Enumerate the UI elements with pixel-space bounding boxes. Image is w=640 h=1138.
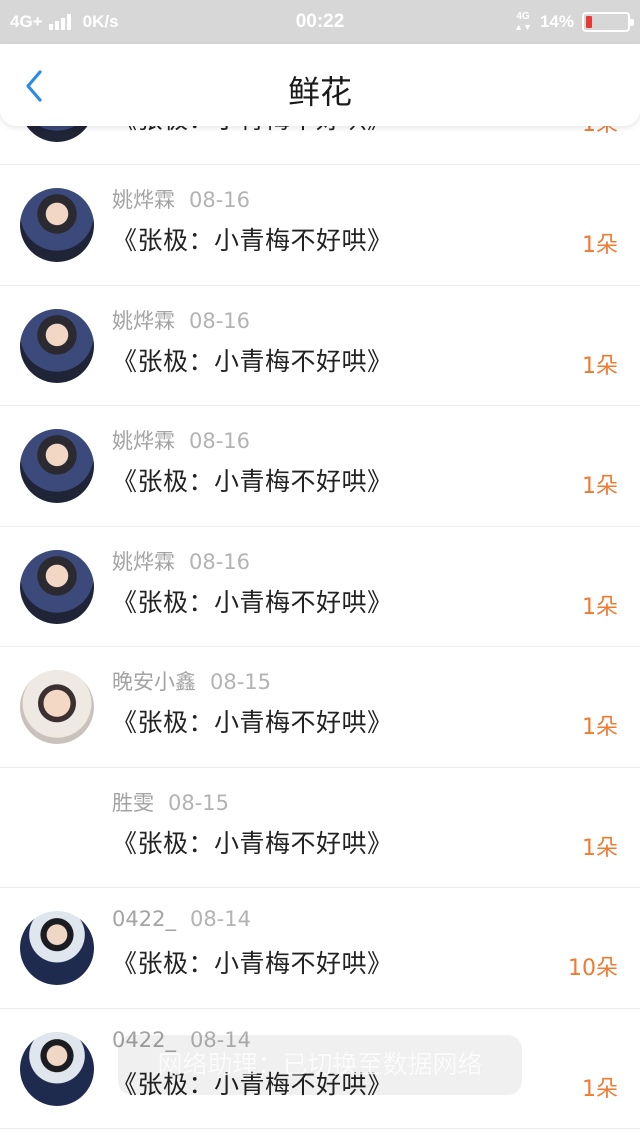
book-title: 《张极：小青梅不好哄》 bbox=[112, 828, 393, 858]
gift-date: 08-16 bbox=[189, 188, 251, 212]
flower-count: 1朵 bbox=[582, 1076, 618, 1102]
net-type-label: 4G bbox=[516, 11, 530, 22]
gift-date: 08-16 bbox=[189, 429, 251, 453]
avatar[interactable] bbox=[20, 670, 94, 744]
user-name[interactable]: 晚安小鑫 bbox=[112, 670, 196, 694]
battery-fill bbox=[586, 16, 592, 28]
flower-count: 10朵 bbox=[568, 956, 618, 981]
flower-list: 《张极：小青梅不好哄》 1朵 姚烨霖 08-16 《张极：小青梅不好哄》 1朵 姚… bbox=[0, 68, 640, 1129]
user-name[interactable]: 0422_ bbox=[112, 907, 176, 931]
book-title: 《张极：小青梅不好哄》 bbox=[112, 226, 393, 255]
gift-date: 08-14 bbox=[189, 907, 251, 931]
network-toast: 网络助理：已切换至数据网络 bbox=[118, 1035, 522, 1095]
status-bar: 4G+ 0K/s 00:22 4G ▲▼ 14% bbox=[0, 0, 640, 44]
book-title: 《张极：小青梅不好哄》 bbox=[112, 708, 393, 737]
battery-percent: 14% bbox=[539, 12, 574, 31]
status-right: 4G ▲▼ 14% bbox=[514, 0, 634, 44]
avatar[interactable] bbox=[20, 429, 94, 503]
user-name[interactable]: 姚烨霖 bbox=[112, 429, 175, 453]
flower-count: 1朵 bbox=[582, 835, 618, 861]
page-title: 鲜花 bbox=[287, 73, 352, 111]
avatar[interactable] bbox=[20, 1031, 94, 1106]
book-title: 《张极：小青梅不好哄》 bbox=[112, 467, 393, 496]
book-title: 《张极：小青梅不好哄》 bbox=[112, 949, 393, 978]
user-name[interactable]: 姚烨霖 bbox=[112, 550, 175, 574]
list-item[interactable]: 0422_ 08-14 《张极：小青梅不好哄》 10朵 bbox=[0, 888, 640, 1009]
battery-icon bbox=[582, 12, 634, 32]
gift-date: 08-16 bbox=[189, 308, 251, 333]
list-item[interactable]: 姚烨霖 08-16 《张极：小青梅不好哄》 1朵 bbox=[0, 286, 640, 406]
nav-header: 鲜花 bbox=[0, 44, 640, 126]
list-item[interactable]: 姚烨霖 08-16 《张极：小青梅不好哄》 1朵 bbox=[0, 165, 640, 286]
book-title: 《张极：小青梅不好哄》 bbox=[112, 587, 393, 617]
flower-count: 1朵 bbox=[582, 594, 618, 620]
user-name[interactable]: 姚烨霖 bbox=[112, 309, 175, 333]
avatar[interactable] bbox=[20, 549, 94, 624]
user-name[interactable]: 胜雯 bbox=[112, 791, 154, 815]
list-item[interactable]: 晚安小鑫 08-15 《张极：小青梅不好哄》 1朵 bbox=[0, 647, 640, 768]
flower-count: 1朵 bbox=[582, 233, 618, 258]
user-name[interactable]: 姚烨霖 bbox=[112, 188, 175, 212]
list-item[interactable]: 胜雯 08-15 《张极：小青梅不好哄》 1朵 bbox=[0, 768, 640, 888]
mobile-data-icon: 4G ▲▼ bbox=[514, 11, 532, 33]
flower-count: 1朵 bbox=[582, 715, 618, 740]
gift-date: 08-15 bbox=[168, 790, 230, 815]
book-title: 《张极：小青梅不好哄》 bbox=[112, 346, 393, 376]
list-item[interactable]: 姚烨霖 08-16 《张极：小青梅不好哄》 1朵 bbox=[0, 406, 640, 527]
gift-date: 08-15 bbox=[210, 670, 272, 694]
gift-date: 08-16 bbox=[189, 549, 251, 574]
flower-count: 1朵 bbox=[582, 474, 618, 499]
avatar[interactable] bbox=[20, 308, 94, 383]
avatar[interactable] bbox=[20, 911, 94, 985]
flower-count: 1朵 bbox=[582, 353, 618, 379]
avatar[interactable] bbox=[20, 188, 94, 262]
list-item[interactable]: 姚烨霖 08-16 《张极：小青梅不好哄》 1朵 bbox=[0, 527, 640, 647]
avatar[interactable] bbox=[20, 791, 94, 865]
